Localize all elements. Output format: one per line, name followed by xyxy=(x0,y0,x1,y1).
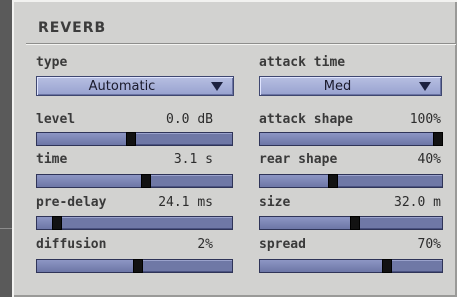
type-dropdown-value: Automatic xyxy=(88,79,156,94)
attack-shape-slider-fill xyxy=(260,133,439,145)
attack-shape-value: 100% xyxy=(409,112,441,127)
pre-delay-slider-thumb[interactable] xyxy=(51,216,62,230)
type-dropdown[interactable]: Automatic xyxy=(36,76,234,96)
level-slider-fill xyxy=(37,133,131,145)
rear-shape-value: 40% xyxy=(417,152,441,167)
spread-value: 70% xyxy=(417,237,441,252)
pre-delay-slider[interactable] xyxy=(36,216,233,230)
attack-time-dropdown[interactable]: Med xyxy=(259,76,442,96)
size-slider[interactable] xyxy=(259,216,443,230)
time-slider-fill xyxy=(37,175,147,187)
reverb-panel: REVERB type Automatic level 0.0 dB time … xyxy=(12,0,457,297)
diffusion-value: 2% xyxy=(197,237,213,252)
size-value: 32.0 m xyxy=(394,195,441,210)
triangle-down-icon xyxy=(211,82,223,91)
size-slider-fill xyxy=(260,217,355,229)
attack-shape-label: attack shape xyxy=(259,112,353,127)
attack-shape-slider[interactable] xyxy=(259,132,444,146)
type-label: type xyxy=(36,55,68,70)
rear-shape-label: rear shape xyxy=(259,152,338,167)
level-label: level xyxy=(36,112,76,127)
attack-time-label: attack time xyxy=(259,55,346,70)
diffusion-label: diffusion xyxy=(36,237,107,252)
spread-slider-fill xyxy=(260,260,388,272)
spread-slider-thumb[interactable] xyxy=(382,259,393,273)
size-label: size xyxy=(259,195,291,210)
rear-shape-slider-fill xyxy=(260,175,333,187)
time-value: 3.1 s xyxy=(173,152,213,167)
rear-shape-slider[interactable] xyxy=(259,174,443,188)
rear-shape-slider-thumb[interactable] xyxy=(327,174,338,188)
spread-label: spread xyxy=(259,237,306,252)
attack-time-dropdown-value: Med xyxy=(323,79,352,94)
attack-shape-slider-thumb[interactable] xyxy=(433,132,444,146)
size-slider-thumb[interactable] xyxy=(349,216,360,230)
diffusion-slider-thumb[interactable] xyxy=(133,259,144,273)
pre-delay-label: pre-delay xyxy=(36,195,107,210)
spread-slider[interactable] xyxy=(259,259,443,273)
pre-delay-value: 24.1 ms xyxy=(158,195,213,210)
triangle-down-icon xyxy=(419,82,431,91)
level-slider[interactable] xyxy=(36,132,233,146)
time-slider[interactable] xyxy=(36,174,233,188)
time-label: time xyxy=(36,152,68,167)
diffusion-slider[interactable] xyxy=(36,259,233,273)
panel-title: REVERB xyxy=(38,20,107,36)
diffusion-slider-fill xyxy=(37,260,139,272)
time-slider-thumb[interactable] xyxy=(141,174,152,188)
level-slider-thumb[interactable] xyxy=(125,132,136,146)
level-value: 0.0 dB xyxy=(166,112,213,127)
